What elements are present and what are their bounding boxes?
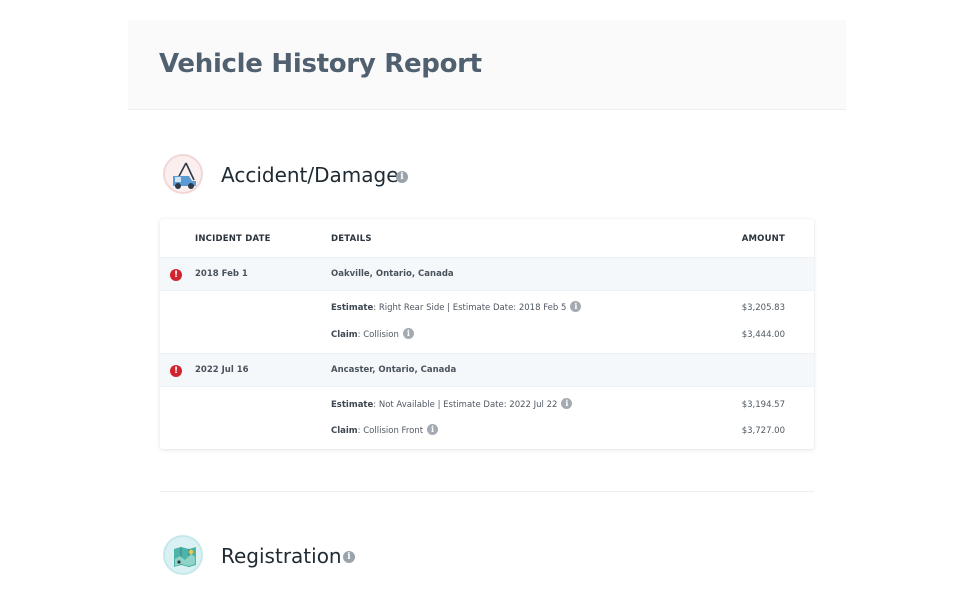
header-amount: AMOUNT [741,234,785,244]
estimate-amount: $3,194.57 [741,400,785,410]
alert-icon: ! [170,365,182,377]
claim-text: Collision [363,330,399,340]
incident-location: Oakville, Ontario, Canada [331,269,454,279]
estimate-amount: $3,205.83 [741,303,785,313]
page-title: Vehicle History Report [159,49,482,79]
map-icon [163,535,203,575]
report-header: Vehicle History Report [128,20,846,110]
info-icon[interactable]: i [561,398,573,409]
claim-detail: Claim: Collision Front i [331,424,439,438]
info-icon[interactable]: i [570,301,582,312]
colon: : [357,426,361,436]
estimate-label: Estimate [331,303,374,313]
alert-icon: ! [170,269,182,281]
header-incident-date: INCIDENT DATE [195,234,271,244]
estimate-text: Right Rear Side | Estimate Date: 2018 Fe… [378,303,567,313]
table-row: ! 2018 Feb 1 Oakville, Ontario, Canada [160,257,814,291]
info-icon[interactable]: i [343,551,355,563]
section-title-accident: Accident/Damage [221,163,399,187]
colon: : [357,330,361,340]
incident-date: 2018 Feb 1 [195,269,248,279]
info-icon[interactable]: i [396,171,408,183]
accident-table: INCIDENT DATE DETAILS AMOUNT ! 2018 Feb … [160,219,814,449]
claim-label: Claim [331,426,358,436]
header-details: DETAILS [331,234,372,244]
claim-text: Collision Front [363,426,424,436]
section-title-registration: Registration [221,544,342,568]
tow-truck-icon [163,154,203,194]
info-icon[interactable]: i [427,424,439,435]
claim-label: Claim [331,330,358,340]
estimate-detail: Estimate: Not Available | Estimate Date:… [331,398,573,412]
claim-amount: $3,444.00 [741,330,785,340]
incident-location: Ancaster, Ontario, Canada [331,365,457,375]
section-divider [160,491,814,492]
table-row: ! 2022 Jul 16 Ancaster, Ontario, Canada [160,353,814,387]
estimate-label: Estimate [331,400,374,410]
info-icon[interactable]: i [402,328,414,339]
estimate-text: Not Available | Estimate Date: 2022 Jul … [378,400,558,410]
incident-date: 2022 Jul 16 [195,365,249,375]
colon: : [373,400,377,410]
claim-amount: $3,727.00 [741,426,785,436]
estimate-detail: Estimate: Right Rear Side | Estimate Dat… [331,301,582,315]
claim-detail: Claim: Collision i [331,328,414,342]
colon: : [373,303,377,313]
